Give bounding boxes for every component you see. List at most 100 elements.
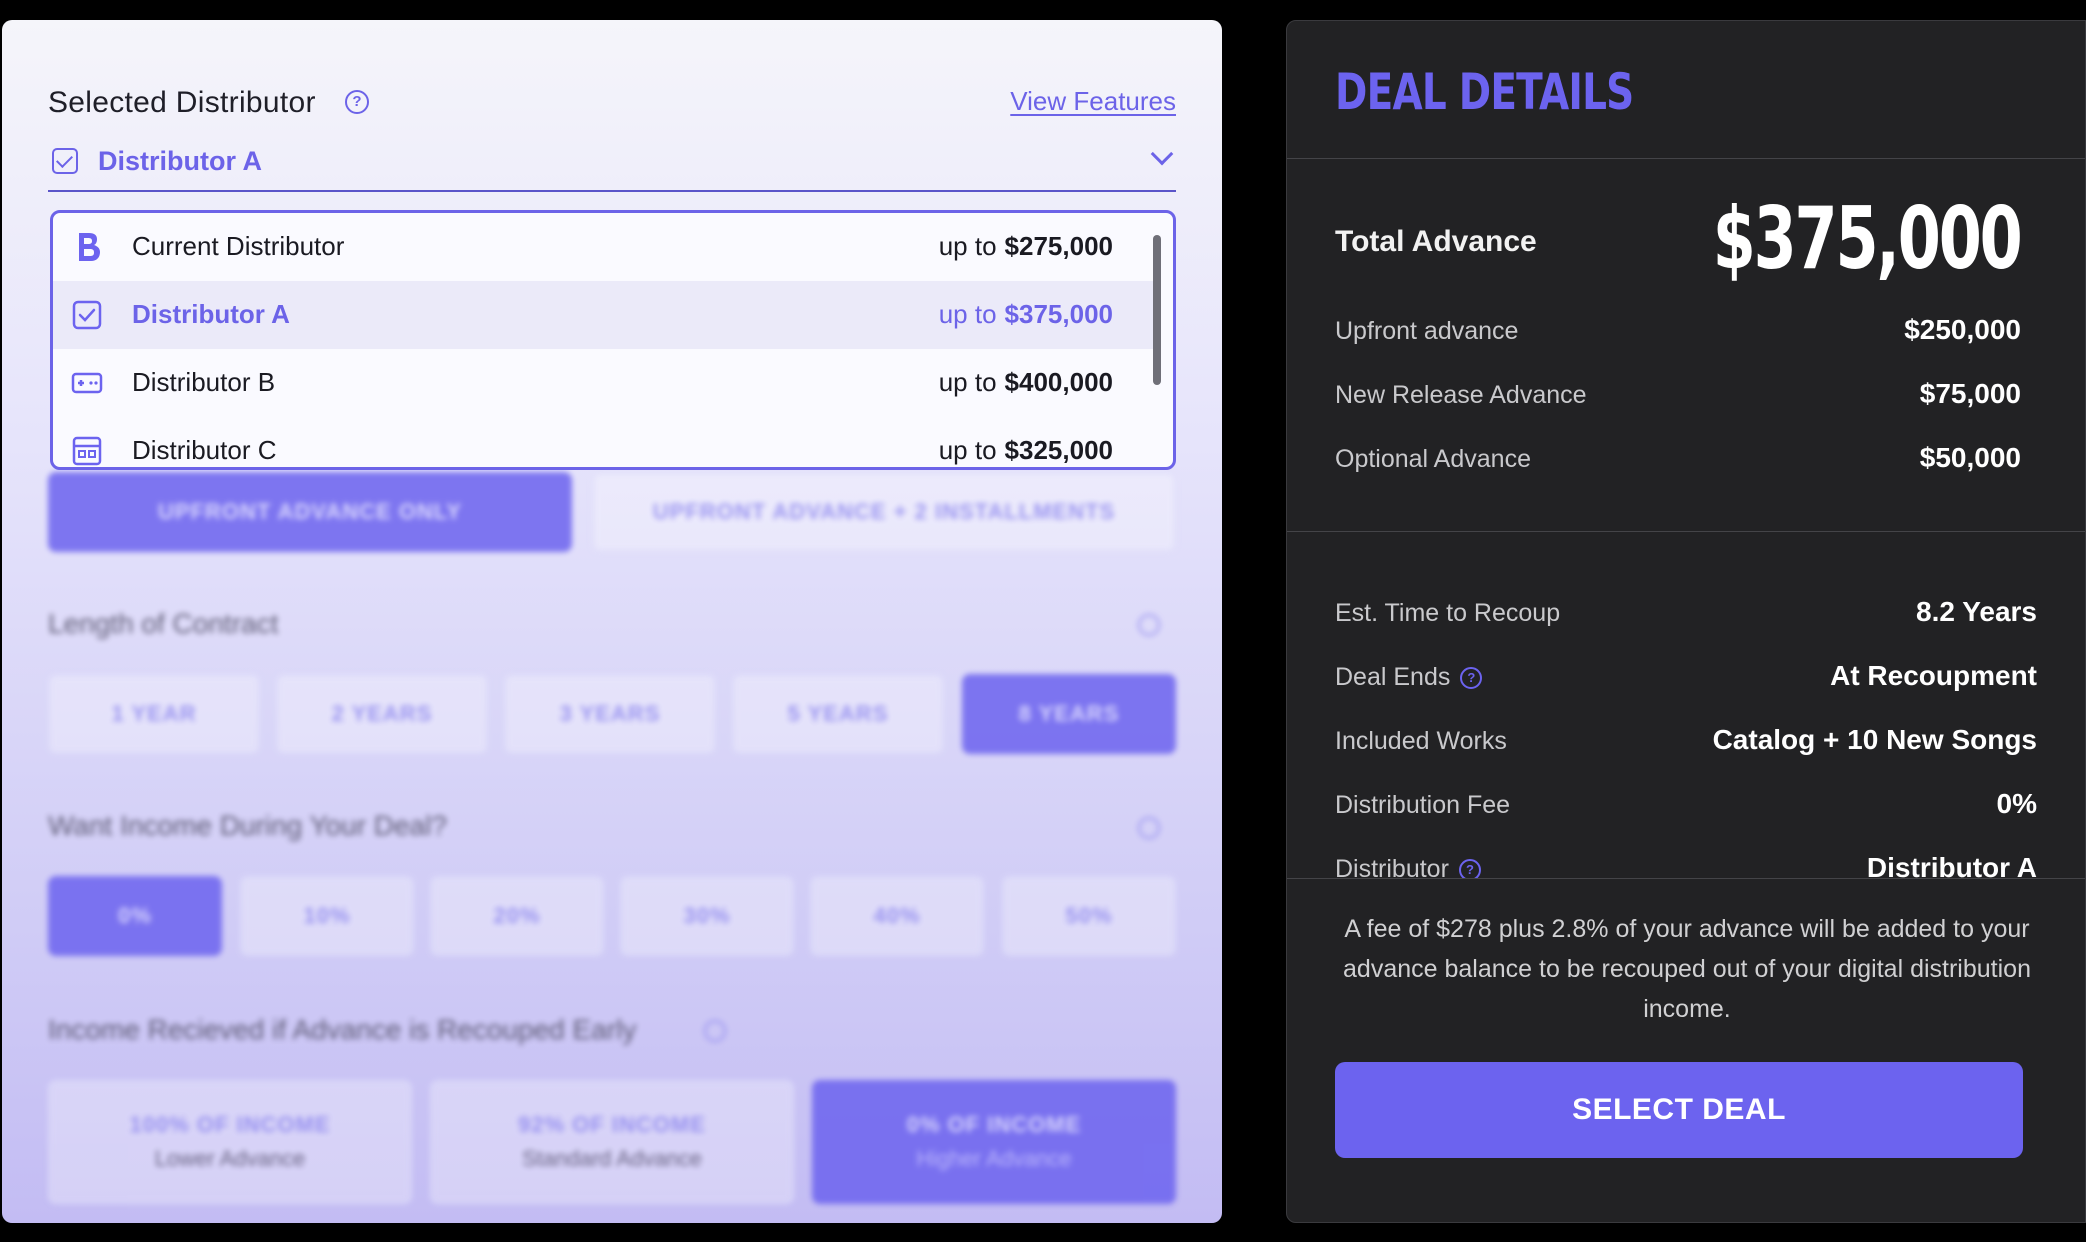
distributor-c-icon	[72, 436, 102, 466]
selected-distributor-value: Distributor A	[98, 146, 262, 176]
length-label: 2 YEARS	[331, 701, 433, 726]
advance-option-installments[interactable]: UPFRONT ADVANCE + 2 INSTALLMENTS	[592, 472, 1176, 552]
option-amount: up to $375,000	[939, 299, 1113, 330]
dropdown-option-distributor-b[interactable]: Distributor B up to $400,000	[53, 349, 1153, 417]
early-option-label: 92% OF INCOME	[518, 1112, 706, 1137]
chevron-down-icon[interactable]	[1150, 142, 1174, 166]
distributor-select[interactable]: Distributor A	[48, 140, 1176, 192]
deal-details-panel: DEAL DETAILS Total Advance $375,000 Upfr…	[1286, 20, 2086, 1223]
distributor-dropdown: Current Distributor up to $275,000 Distri…	[50, 210, 1176, 470]
income-option[interactable]: 40%	[810, 876, 984, 956]
income-label: 20%	[493, 903, 541, 928]
option-name: Distributor B	[132, 367, 276, 397]
check-icon	[52, 148, 78, 174]
option-amount: up to $325,000	[939, 435, 1113, 466]
help-icon[interactable]: ?	[1460, 667, 1483, 690]
select-deal-button[interactable]: SELECT DEAL	[1335, 1062, 2023, 1158]
dropdown-option-distributor-c[interactable]: Distributor C up to $325,000	[53, 417, 1153, 467]
selector-header: Selected Distributor ? View Features	[48, 66, 1176, 146]
dropdown-option-current[interactable]: Current Distributor up to $275,000	[53, 213, 1153, 281]
income-during-deal-title: Want Income During Your Deal?	[48, 810, 447, 841]
early-option-selected[interactable]: 0% OF INCOME Higher Advance	[812, 1080, 1176, 1204]
deal-details-list: Est. Time to Recoup 8.2 Years Deal Ends?…	[1287, 576, 2085, 878]
divider	[1287, 158, 2085, 159]
length-label: 8 YEARS	[1018, 701, 1120, 726]
upfront-advance-value: $250,000	[1904, 314, 2021, 345]
help-icon[interactable]	[704, 1020, 726, 1042]
length-option[interactable]: 2 YEARS	[276, 674, 488, 754]
length-option[interactable]: 3 YEARS	[504, 674, 716, 754]
optional-advance-label: Optional Advance	[1335, 445, 1531, 473]
amount-prefix: up to	[938, 231, 997, 261]
income-option[interactable]: 10%	[240, 876, 414, 956]
recoup-time-value: 8.2 Years	[1916, 596, 2037, 627]
distributor-label: Distributor	[1335, 855, 1449, 878]
divider	[1287, 878, 2085, 879]
length-option[interactable]: 1 YEAR	[48, 674, 260, 754]
advance-option-label: UPFRONT ADVANCE + 2 INSTALLMENTS	[652, 499, 1116, 524]
option-name: Current Distributor	[132, 231, 345, 261]
income-label: 40%	[873, 903, 921, 928]
advance-option-upfront-only[interactable]: UPFRONT ADVANCE ONLY	[48, 472, 572, 552]
advance-option-label: UPFRONT ADVANCE ONLY	[158, 499, 462, 524]
deal-ends-label: Deal Ends	[1335, 663, 1451, 691]
total-advance-value: $375,000	[1713, 189, 2023, 289]
dropdown-option-distributor-a[interactable]: Distributor A up to $375,000	[53, 281, 1153, 349]
help-icon[interactable]	[1138, 614, 1160, 636]
income-option[interactable]: 50%	[1002, 876, 1176, 956]
amount-prefix: up to	[938, 299, 997, 329]
total-advance-label: Total Advance	[1335, 225, 1537, 258]
amount-value: $375,000	[1004, 299, 1113, 329]
distributor-value: Distributor A	[1866, 852, 2037, 878]
new-release-advance-label: New Release Advance	[1335, 381, 1587, 409]
income-option[interactable]: 30%	[620, 876, 794, 956]
amount-prefix: up to	[938, 435, 997, 465]
help-icon[interactable]	[1138, 817, 1160, 839]
amount-prefix: up to	[938, 367, 997, 397]
early-option-sub: Standard Advance	[522, 1146, 702, 1171]
divider	[1287, 531, 2085, 532]
option-amount: up to $400,000	[939, 367, 1113, 398]
distributor-b-icon	[71, 372, 103, 394]
length-label: 3 YEARS	[559, 701, 661, 726]
new-release-advance-value: $75,000	[1919, 378, 2021, 409]
length-option[interactable]: 5 YEARS	[732, 674, 944, 754]
amount-value: $275,000	[1004, 231, 1113, 261]
option-amount: up to $275,000	[939, 231, 1113, 262]
early-option-label: 100% OF INCOME	[129, 1112, 331, 1137]
income-label: 50%	[1065, 903, 1113, 928]
distribution-fee-label: Distribution Fee	[1335, 791, 1511, 819]
amount-value: $325,000	[1004, 435, 1113, 465]
view-features-link[interactable]: View Features	[1010, 86, 1176, 117]
early-option[interactable]: 92% OF INCOME Standard Advance	[430, 1080, 794, 1204]
recoup-time-label: Est. Time to Recoup	[1335, 599, 1561, 627]
brand-b-icon	[79, 233, 100, 261]
income-option-selected[interactable]: 0%	[48, 876, 222, 956]
selected-distributor-title: Selected Distributor	[48, 86, 316, 119]
early-option-sub: Lower Advance	[154, 1146, 306, 1171]
length-option-selected[interactable]: 8 YEARS	[962, 674, 1176, 754]
help-icon[interactable]: ?	[345, 90, 369, 114]
early-option-sub: Higher Advance	[916, 1146, 1072, 1171]
blurred-deal-options: UPFRONT ADVANCE ONLY UPFRONT ADVANCE + 2…	[2, 460, 1222, 1223]
distributor-row: Distributor?	[1335, 855, 1481, 878]
income-option[interactable]: 20%	[430, 876, 604, 956]
page: Selected Distributor ? View Features Dis…	[0, 0, 2086, 1242]
amount-value: $400,000	[1004, 367, 1113, 397]
upfront-advance-label: Upfront advance	[1335, 317, 1519, 345]
early-option-label: 0% OF INCOME	[906, 1112, 1082, 1137]
length-of-contract-title: Length of Contract	[48, 608, 279, 639]
fee-note: A fee of $278 plus 2.8% of your advance …	[1343, 915, 2031, 1023]
deal-ends-row: Deal Ends?	[1335, 663, 1483, 692]
included-works-value: Catalog + 10 New Songs	[1712, 724, 2037, 755]
optional-advance-value: $50,000	[1919, 442, 2021, 473]
deal-details-title: DEAL DETAILS	[1335, 63, 1634, 121]
help-icon[interactable]: ?	[1458, 859, 1481, 878]
dropdown-scrollbar[interactable]	[1153, 235, 1161, 385]
option-name: Distributor C	[132, 435, 277, 465]
income-label: 10%	[303, 903, 351, 928]
option-name: Distributor A	[132, 299, 290, 329]
length-label: 1 YEAR	[111, 701, 197, 726]
early-option[interactable]: 100% OF INCOME Lower Advance	[48, 1080, 412, 1204]
distributor-config-panel: Selected Distributor ? View Features Dis…	[2, 20, 1222, 1223]
